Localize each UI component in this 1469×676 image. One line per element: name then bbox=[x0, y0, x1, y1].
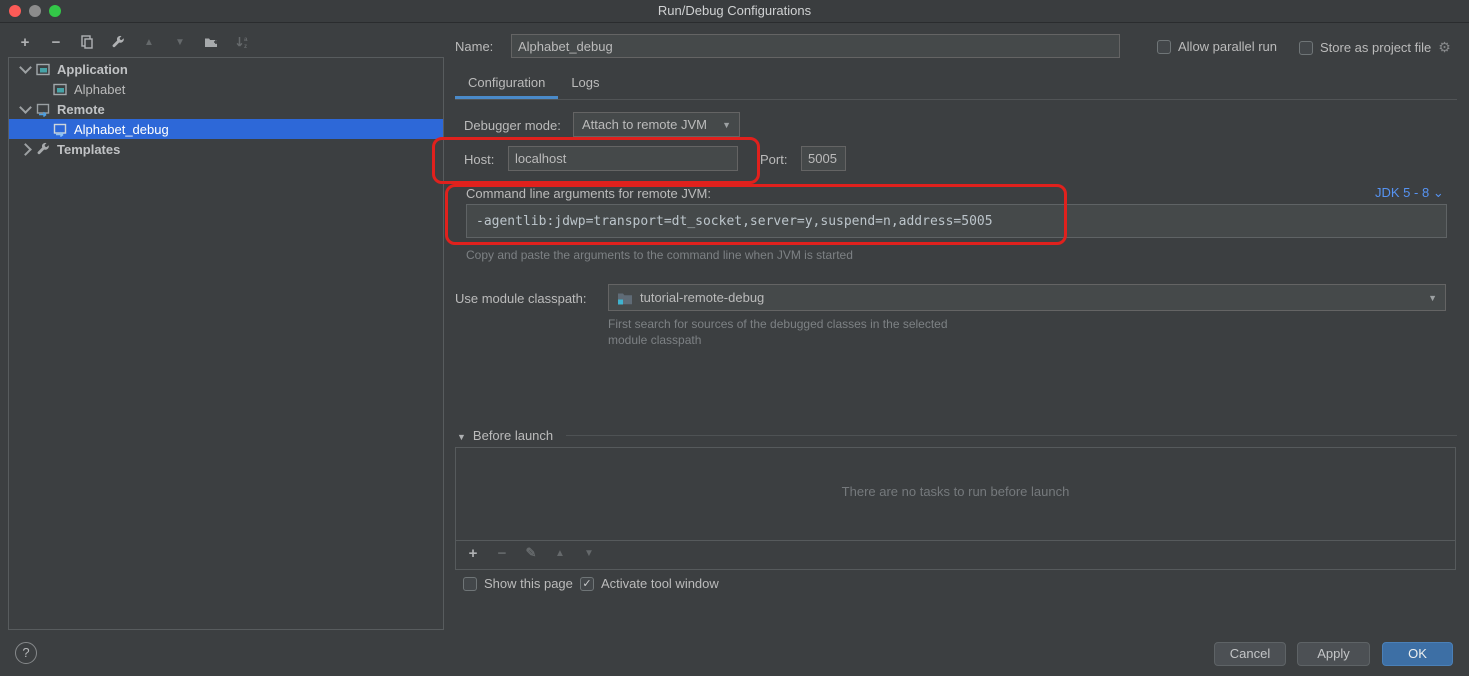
window-title: Run/Debug Configurations bbox=[0, 0, 1469, 22]
store-as-project-file-checkbox[interactable] bbox=[1299, 41, 1313, 55]
debugger-mode-value: Attach to remote JVM bbox=[582, 117, 707, 132]
before-launch-panel: There are no tasks to run before launch … bbox=[455, 447, 1456, 570]
move-up-button[interactable]: ▲ bbox=[140, 33, 158, 51]
module-folder-icon bbox=[617, 291, 633, 305]
cmdline-hint: Copy and paste the arguments to the comm… bbox=[466, 248, 853, 262]
remote-config-icon bbox=[53, 122, 68, 137]
host-label: Host: bbox=[464, 152, 494, 167]
jdk-version-text: JDK 5 - 8 bbox=[1375, 185, 1429, 200]
tree-node-label: Alphabet bbox=[74, 82, 125, 97]
edit-defaults-button[interactable] bbox=[109, 33, 127, 51]
allow-parallel-run-label: Allow parallel run bbox=[1178, 39, 1277, 54]
apply-button[interactable]: Apply bbox=[1297, 642, 1370, 666]
show-this-page-checkbox[interactable] bbox=[463, 577, 477, 591]
wrench-icon bbox=[111, 35, 125, 49]
move-task-up-button[interactable]: ▲ bbox=[551, 544, 569, 562]
host-input[interactable] bbox=[508, 146, 738, 171]
tree-node-alphabet[interactable]: Alphabet bbox=[9, 79, 443, 99]
tree-node-label: Alphabet_debug bbox=[74, 122, 169, 137]
cmdline-label: Command line arguments for remote JVM: bbox=[466, 186, 711, 201]
new-folder-icon bbox=[204, 35, 219, 49]
remove-configuration-button[interactable]: − bbox=[47, 33, 65, 51]
move-task-down-button[interactable]: ▼ bbox=[580, 544, 598, 562]
collapse-arrow-icon[interactable]: ▼ bbox=[457, 432, 466, 442]
show-this-page-option[interactable]: Show this page bbox=[463, 576, 573, 591]
port-label: Port: bbox=[760, 152, 787, 167]
module-classpath-select[interactable]: tutorial-remote-debug ▼ bbox=[608, 284, 1446, 311]
remove-task-button[interactable]: − bbox=[493, 544, 511, 562]
before-launch-empty-text: There are no tasks to run before launch bbox=[456, 484, 1455, 499]
configurations-tree: Application Alphabet Remote Alphabet_deb… bbox=[8, 57, 444, 630]
application-icon bbox=[36, 62, 51, 77]
help-button[interactable]: ? bbox=[15, 642, 37, 664]
tree-node-alphabet-debug[interactable]: Alphabet_debug bbox=[9, 119, 443, 139]
chevron-down-icon[interactable] bbox=[19, 61, 32, 74]
chevron-right-icon[interactable] bbox=[19, 143, 32, 156]
tree-node-label: Remote bbox=[57, 102, 105, 117]
activate-tool-window-option[interactable]: ✓ Activate tool window bbox=[580, 576, 719, 591]
copy-icon bbox=[80, 35, 94, 49]
store-settings-gear-icon[interactable]: ⚙ bbox=[1438, 39, 1451, 56]
name-input[interactable] bbox=[511, 34, 1120, 58]
title-bar: Run/Debug Configurations bbox=[0, 0, 1469, 23]
show-this-page-label: Show this page bbox=[484, 576, 573, 591]
tree-node-label: Application bbox=[57, 62, 128, 77]
jdk-version-link[interactable]: JDK 5 - 8 ⌄ bbox=[1375, 185, 1444, 201]
copy-configuration-button[interactable] bbox=[78, 33, 96, 51]
before-launch-toolbar-separator bbox=[456, 540, 1455, 541]
chevron-down-icon: ⌄ bbox=[1433, 185, 1444, 200]
name-label: Name: bbox=[455, 39, 493, 54]
allow-parallel-run-option[interactable]: Allow parallel run bbox=[1157, 39, 1277, 54]
create-folder-button[interactable] bbox=[202, 33, 220, 51]
module-classpath-hint: First search for sources of the debugged… bbox=[608, 316, 948, 348]
tree-node-remote[interactable]: Remote bbox=[9, 99, 443, 119]
tab-logs[interactable]: Logs bbox=[558, 69, 612, 99]
before-launch-title: Before launch bbox=[473, 428, 553, 443]
tab-configuration[interactable]: Configuration bbox=[455, 69, 558, 99]
module-classpath-value: tutorial-remote-debug bbox=[640, 290, 764, 305]
cancel-button[interactable]: Cancel bbox=[1214, 642, 1286, 666]
port-input[interactable] bbox=[801, 146, 846, 171]
chevron-down-icon: ▼ bbox=[722, 120, 731, 130]
before-launch-separator bbox=[566, 435, 1457, 436]
tree-node-label: Templates bbox=[57, 142, 120, 157]
store-as-project-file-option[interactable]: Store as project file ⚙ bbox=[1299, 39, 1451, 56]
svg-text:a: a bbox=[244, 36, 248, 43]
tree-node-application[interactable]: Application bbox=[9, 59, 443, 79]
activate-tool-window-label: Activate tool window bbox=[601, 576, 719, 591]
activate-tool-window-checkbox[interactable]: ✓ bbox=[580, 577, 594, 591]
application-icon bbox=[53, 82, 68, 97]
remote-config-icon bbox=[36, 102, 51, 117]
config-tabs: Configuration Logs bbox=[455, 69, 613, 99]
cmdline-input[interactable] bbox=[466, 204, 1447, 238]
add-task-button[interactable]: + bbox=[464, 544, 482, 562]
debugger-mode-label: Debugger mode: bbox=[464, 118, 561, 133]
run-debug-configurations-dialog: Run/Debug Configurations + − ▲ ▼ bbox=[0, 0, 1469, 676]
debugger-mode-select[interactable]: Attach to remote JVM ▼ bbox=[573, 112, 740, 137]
configurations-toolbar: + − ▲ ▼ a z bbox=[16, 31, 251, 53]
ok-button[interactable]: OK bbox=[1382, 642, 1453, 666]
module-classpath-label: Use module classpath: bbox=[455, 291, 587, 306]
before-launch-toolbar: + − ✎ ▲ ▼ bbox=[464, 544, 598, 562]
tabs-separator bbox=[455, 99, 1457, 100]
templates-icon bbox=[36, 142, 51, 157]
svg-text:z: z bbox=[244, 43, 247, 50]
chevron-down-icon: ▼ bbox=[1428, 293, 1437, 303]
store-as-project-file-label: Store as project file bbox=[1320, 40, 1431, 55]
before-launch-header[interactable]: ▼ Before launch bbox=[457, 428, 553, 443]
sort-configurations-button[interactable]: a z bbox=[233, 33, 251, 51]
chevron-down-icon[interactable] bbox=[19, 101, 32, 114]
sort-az-icon: a z bbox=[235, 35, 250, 50]
tree-node-templates[interactable]: Templates bbox=[9, 139, 443, 159]
add-configuration-button[interactable]: + bbox=[16, 33, 34, 51]
edit-task-button[interactable]: ✎ bbox=[522, 544, 540, 562]
move-down-button[interactable]: ▼ bbox=[171, 33, 189, 51]
allow-parallel-run-checkbox[interactable] bbox=[1157, 40, 1171, 54]
